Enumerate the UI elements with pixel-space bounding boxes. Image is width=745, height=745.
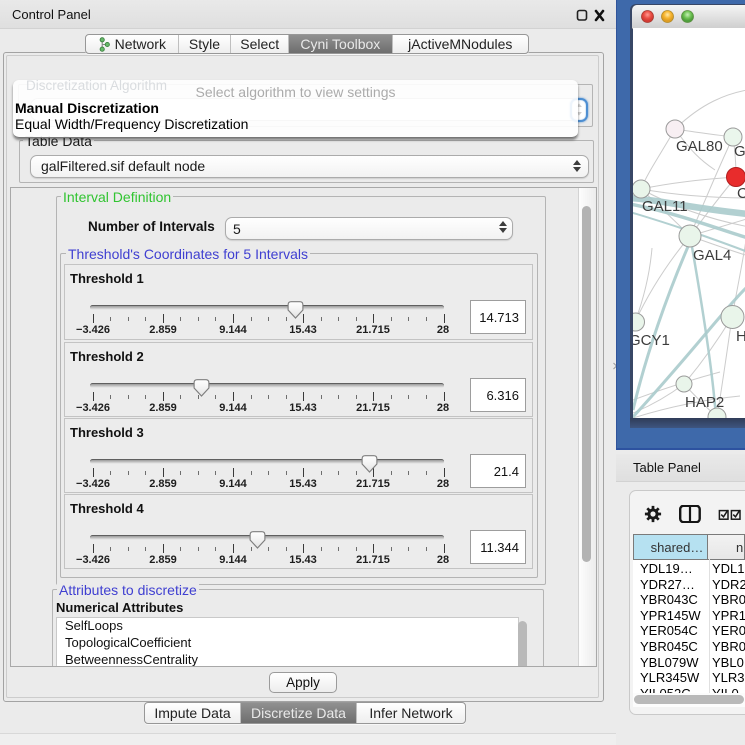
svg-text:H: H <box>736 328 745 345</box>
svg-text:GCY1: GCY1 <box>633 332 670 349</box>
svg-text:GA: GA <box>734 143 745 160</box>
svg-text:GAL11: GAL11 <box>642 198 688 215</box>
svg-text:HAP2: HAP2 <box>685 394 724 411</box>
svg-text:GAL80: GAL80 <box>676 138 723 155</box>
svg-text:C: C <box>737 185 745 202</box>
svg-text:GAL4: GAL4 <box>693 247 731 264</box>
